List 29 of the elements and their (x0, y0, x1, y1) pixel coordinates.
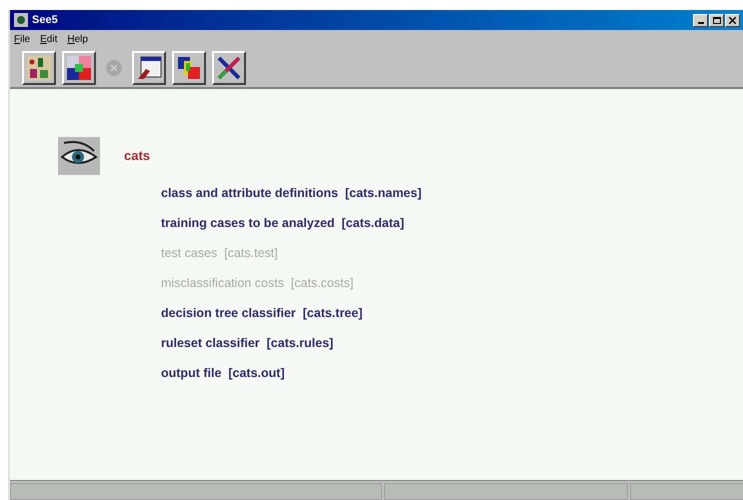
maximize-icon (712, 16, 720, 24)
menu-item[interactable]: Help (67, 32, 88, 46)
mosaic-icon (66, 54, 92, 80)
window-arrow-icon (136, 54, 162, 80)
minimize-button[interactable] (693, 14, 708, 26)
minimize-icon (698, 22, 704, 24)
toolbar-button[interactable] (132, 50, 166, 84)
blocks-icon (176, 54, 202, 80)
file-entry[interactable]: decision tree classifier [cats.tree] (161, 303, 743, 324)
file-entry[interactable]: training cases to be analyzed [cats.data] (161, 213, 743, 234)
close-icon (729, 16, 736, 24)
menu-item[interactable]: File (14, 32, 30, 46)
maximize-button[interactable] (709, 14, 724, 26)
file-entry[interactable]: class and attribute definitions [cats.names] (161, 183, 743, 204)
menu-item[interactable]: Edit (40, 32, 58, 46)
application-name: cats (124, 147, 150, 166)
window-title: See5 (32, 12, 58, 28)
eye-icon (58, 137, 100, 175)
toolbar-button[interactable] (22, 50, 56, 84)
toolbar-button[interactable] (62, 50, 96, 84)
circle-icon (105, 58, 123, 76)
toolbar-button[interactable] (212, 50, 246, 84)
file-entry[interactable]: output file [cats.out] (161, 363, 743, 384)
file-entry[interactable]: ruleset classifier [cats.rules] (161, 333, 743, 354)
numbers-icon (26, 54, 52, 80)
close-button[interactable] (725, 14, 740, 26)
toolbar-button[interactable] (172, 50, 206, 84)
cross-icon (216, 54, 242, 80)
app-icon (14, 13, 28, 27)
